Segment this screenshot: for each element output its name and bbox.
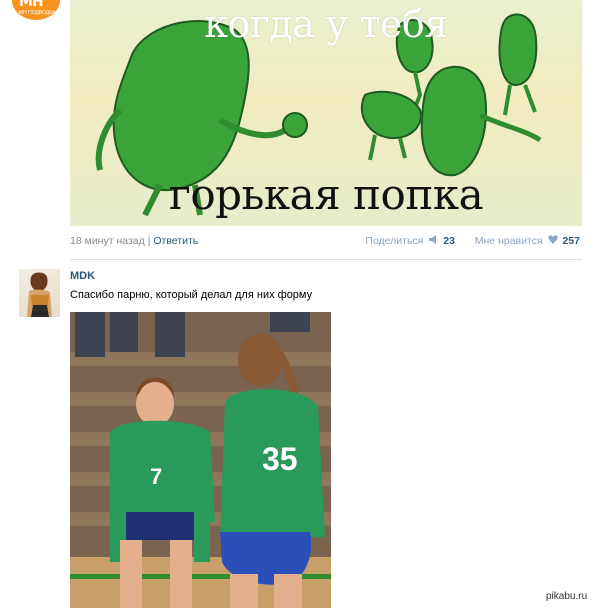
share-count: 23 [443, 235, 455, 247]
meta-separator: | [147, 235, 151, 247]
post-author-link[interactable]: MDK [70, 270, 95, 282]
meme-image[interactable]: когда у тебя горькая попка [70, 0, 582, 226]
meme-caption-bottom: горькая попка [168, 170, 484, 219]
post-divider [70, 259, 582, 260]
post-stats: Поделиться 23 Мне нравится 257 [363, 235, 580, 247]
post-time[interactable]: 18 минут назад [70, 235, 145, 247]
jersey-left-number: 7 [150, 464, 162, 489]
megaphone-icon[interactable] [428, 235, 441, 247]
volleyball-photo: 7 35 [70, 312, 331, 608]
jersey-right-number: 35 [262, 441, 298, 477]
like-count: 257 [562, 235, 580, 247]
post-text: Спасибо парню, который делал для них фор… [70, 289, 313, 301]
community-avatar-top[interactable]: MH MH ПОДВОДКА [12, 0, 60, 20]
post-photo[interactable]: 7 35 [70, 312, 331, 608]
avatar-logo-subtext: MH ПОДВОДКА [19, 10, 56, 16]
reply-link[interactable]: Ответить [153, 235, 198, 247]
avatar-logo-text: MH [19, 0, 44, 10]
author-avatar[interactable] [19, 269, 60, 317]
share-label[interactable]: Поделиться [365, 235, 423, 247]
post-meta: 18 минут назад | Ответить [70, 235, 198, 247]
like-label[interactable]: Мне нравится [475, 235, 543, 247]
heart-icon[interactable] [547, 235, 561, 247]
watermark: pikabu.ru [546, 591, 588, 602]
meme-caption-top: когда у тебя [204, 2, 448, 46]
